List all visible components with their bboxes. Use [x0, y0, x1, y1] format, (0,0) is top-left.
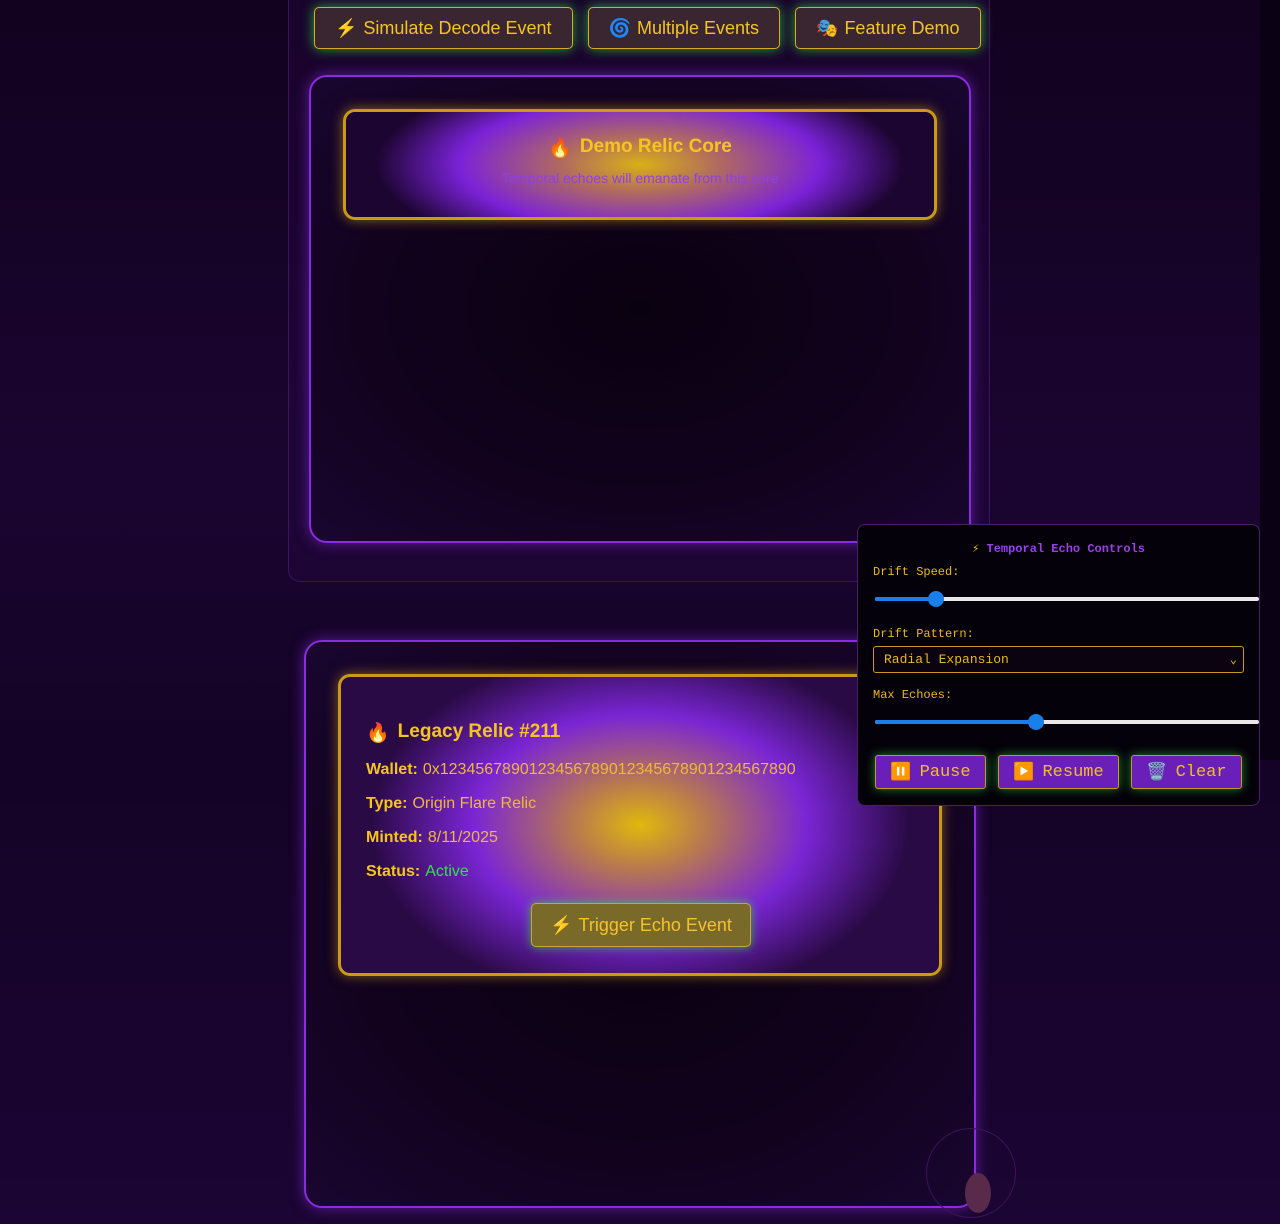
core-title-text: Demo Relic Core — [579, 136, 732, 157]
fire-icon: 🔥 — [366, 723, 390, 744]
relic-title-text: Legacy Relic #211 — [397, 721, 561, 742]
demo-relic-core: 🔥 Demo Relic Core Temporal echoes will e… — [343, 109, 937, 220]
multiple-events-button[interactable]: 🌀 Multiple Events — [587, 7, 781, 49]
controls-title-text: Temporal Echo Controls — [986, 542, 1145, 556]
type-value: Origin Flare Relic — [412, 795, 537, 812]
pause-button[interactable]: ⏸️ Pause — [875, 755, 986, 789]
feature-demo-label: Feature Demo — [844, 17, 960, 38]
trigger-echo-label: Trigger Echo Event — [578, 914, 732, 935]
max-echoes-label: Max Echoes: — [873, 688, 953, 702]
relic-type-row: Type: Origin Flare Relic — [366, 795, 536, 813]
core-subtitle: Temporal echoes will emanate from this c… — [501, 170, 779, 186]
page-edge-shadow — [1260, 0, 1280, 760]
relic-minted-row: Minted: 8/11/2025 — [366, 829, 498, 847]
cyclone-icon: 🌀 — [608, 17, 631, 38]
controls-title: ⚡ Temporal Echo Controls — [858, 541, 1259, 556]
simulate-decode-label: Simulate Decode Event — [363, 17, 552, 38]
multiple-events-label: Multiple Events — [636, 17, 760, 38]
lightning-icon: ⚡ — [972, 542, 980, 556]
clear-label: Clear — [1175, 762, 1227, 782]
relic-title: 🔥 Legacy Relic #211 — [366, 721, 560, 745]
clear-button[interactable]: 🗑️ Clear — [1131, 755, 1242, 789]
chevron-down-icon: ⌄ — [1229, 653, 1237, 667]
status-value: Active — [425, 863, 469, 880]
slider-thumb[interactable] — [1028, 714, 1045, 730]
relic-wallet-row: Wallet: 0x1234567890123456789012345678901… — [366, 761, 796, 779]
temporal-echo-controls: ⚡ Temporal Echo Controls Drift Speed: Dr… — [857, 524, 1260, 806]
drift-speed-slider[interactable] — [875, 591, 1259, 607]
type-label: Type: — [366, 795, 408, 812]
minted-label: Minted: — [366, 829, 423, 846]
pause-icon: ⏸️ — [890, 763, 912, 783]
theater-masks-icon: 🎭 — [816, 17, 839, 38]
pause-label: Pause — [919, 762, 971, 782]
trigger-echo-button[interactable]: ⚡ Trigger Echo Event — [531, 903, 751, 947]
drift-pattern-label: Drift Pattern: — [873, 627, 974, 641]
temporal-echo-ring — [926, 1128, 1016, 1218]
fire-icon: 🔥 — [548, 138, 572, 159]
lightning-icon: ⚡ — [335, 17, 358, 38]
slider-fill — [875, 597, 937, 601]
demo-button-row: ⚡ Simulate Decode Event 🌀 Multiple Event… — [314, 7, 981, 49]
trash-icon: 🗑️ — [1146, 763, 1168, 783]
relic-card: 🔥 Legacy Relic #211 Wallet: 0x12345678901… — [338, 674, 942, 976]
slider-fill — [875, 720, 1037, 724]
status-label: Status: — [366, 863, 421, 880]
echo-particle — [965, 1173, 991, 1213]
max-echoes-slider[interactable] — [875, 714, 1259, 730]
wallet-label: Wallet: — [366, 761, 418, 778]
drift-speed-label: Drift Speed: — [873, 565, 960, 579]
resume-button[interactable]: ▶️ Resume — [998, 755, 1119, 789]
simulate-decode-button[interactable]: ⚡ Simulate Decode Event — [314, 7, 573, 49]
drift-pattern-value: Radial Expansion — [884, 652, 1009, 667]
resume-label: Resume — [1042, 762, 1104, 782]
core-title: 🔥 Demo Relic Core — [346, 136, 934, 160]
slider-thumb[interactable] — [928, 591, 945, 607]
play-icon: ▶️ — [1013, 763, 1035, 783]
minted-value: 8/11/2025 — [427, 829, 498, 846]
drift-pattern-select[interactable]: Radial Expansion ⌄ — [873, 646, 1244, 673]
feature-demo-button[interactable]: 🎭 Feature Demo — [795, 7, 981, 49]
wallet-value: 0x12345678901234567890123456789012345678… — [422, 761, 796, 778]
lightning-icon: ⚡ — [550, 914, 573, 935]
relic-status-row: Status: Active — [366, 863, 469, 881]
